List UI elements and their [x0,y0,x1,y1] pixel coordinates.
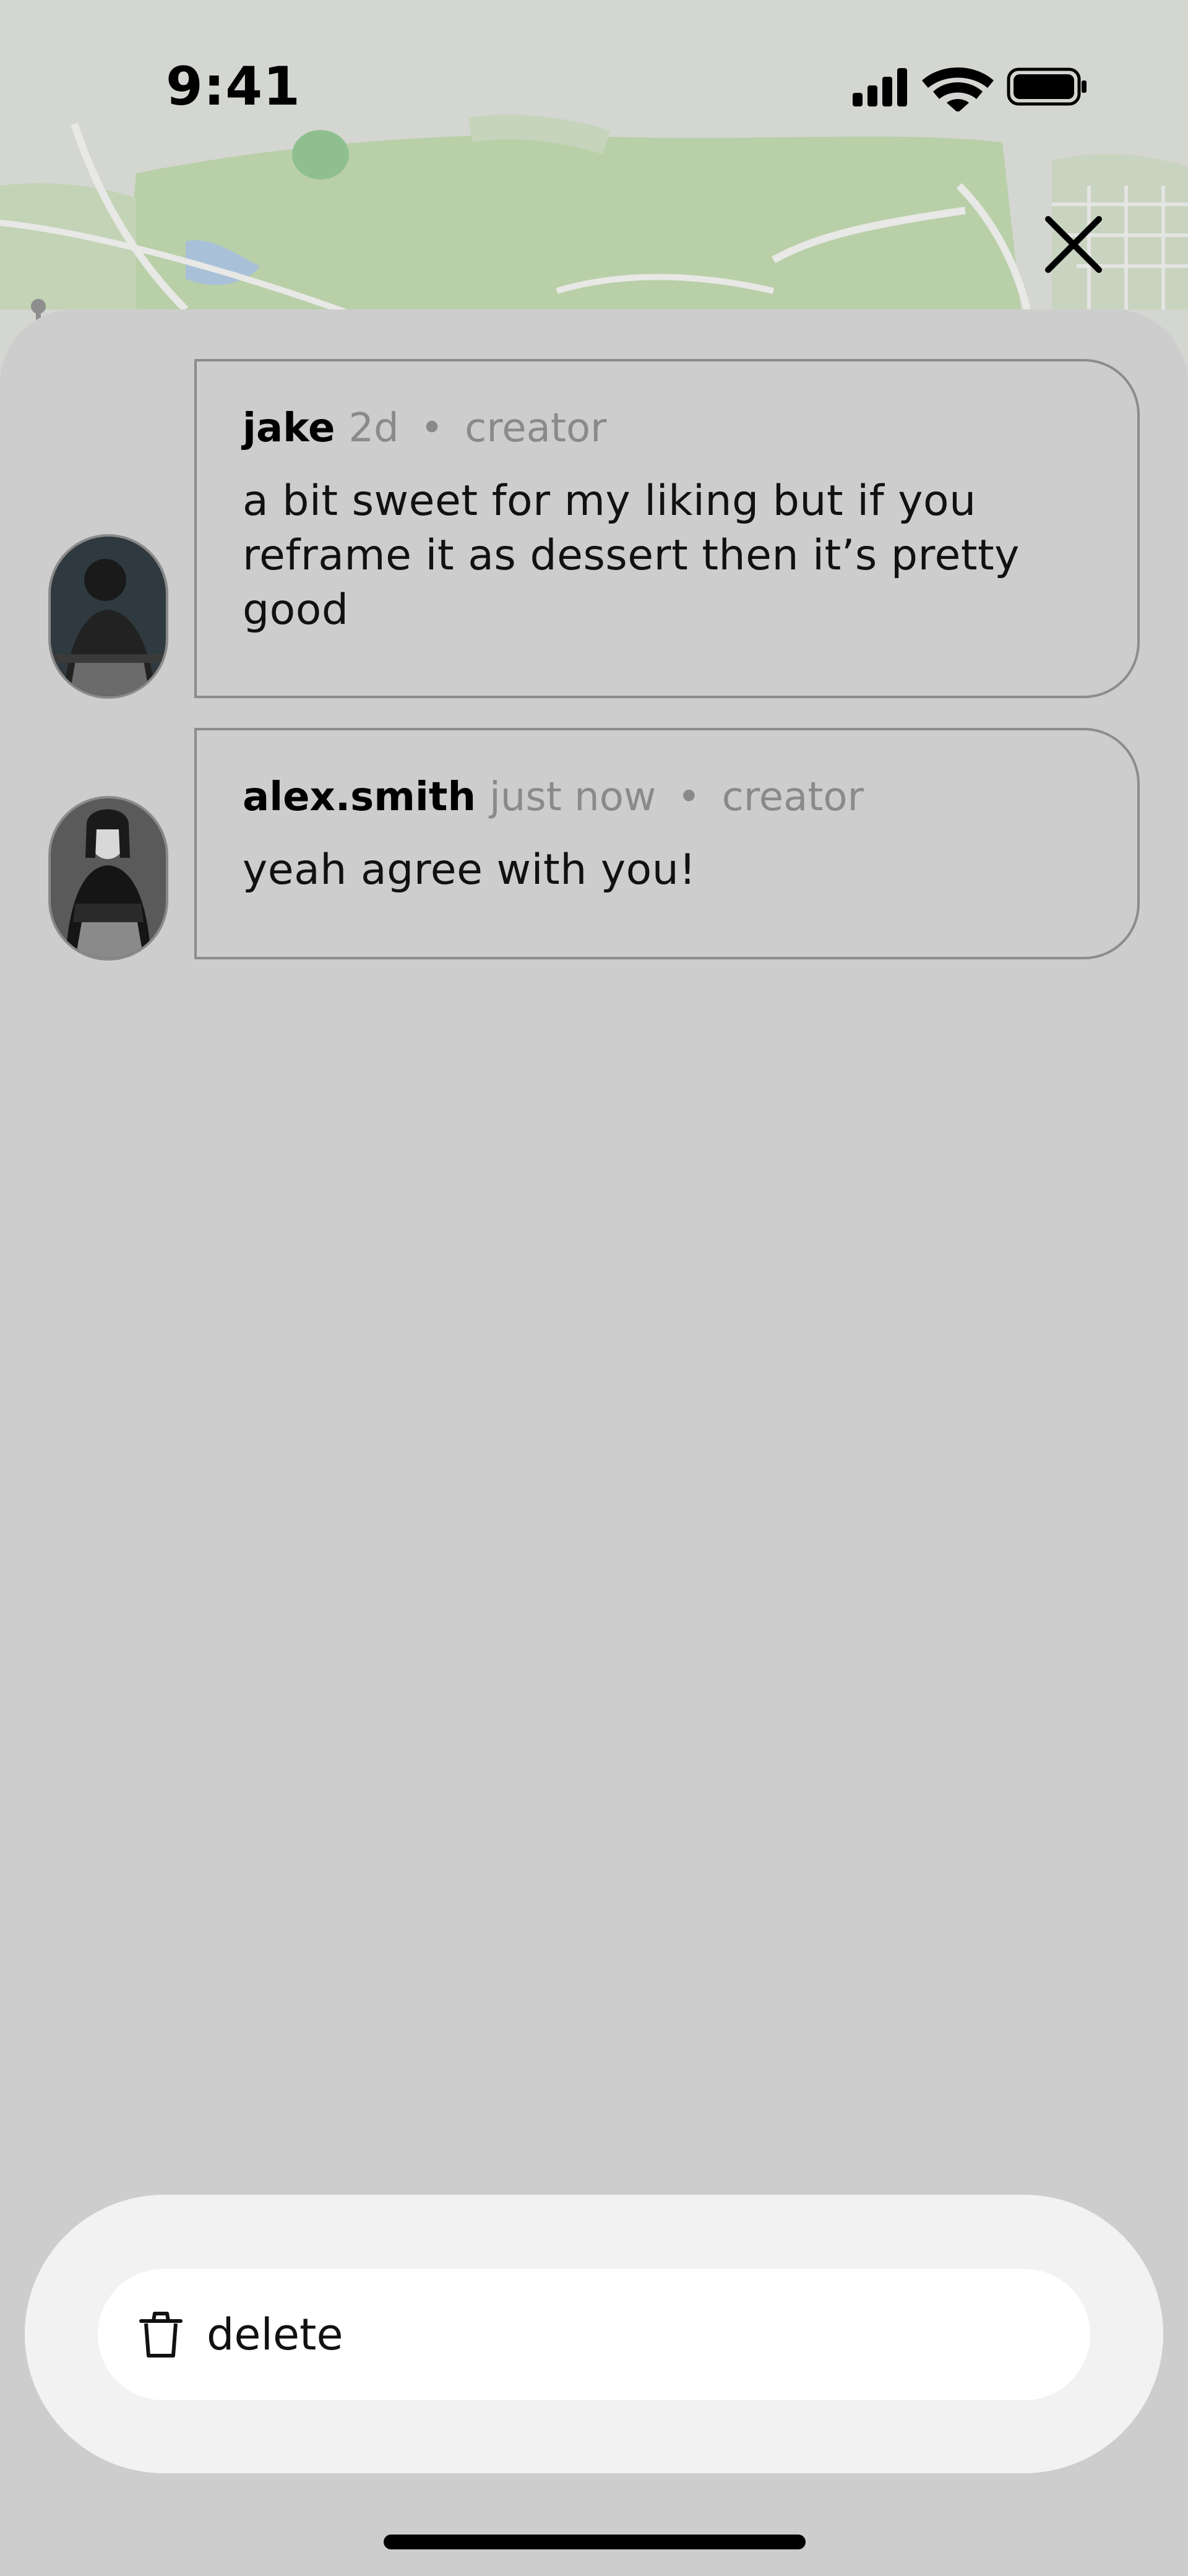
avatar-image-jake [51,537,166,696]
status-icons [842,64,1089,113]
comment-bubble: alex.smith just now • creator yeah agree … [194,728,1140,959]
status-bar: 9:41 [0,0,1188,130]
close-icon [1045,216,1102,273]
trash-icon [139,2312,183,2358]
comment-username[interactable]: alex.smith [243,774,476,820]
avatar-image-alex [51,798,166,958]
status-time: 9:41 [166,56,301,118]
battery-icon [1007,67,1087,106]
home-indicator[interactable] [384,2535,806,2549]
delete-button[interactable]: delete [98,2269,1090,2400]
comment-role: creator [721,774,864,820]
comment-item: jake 2d • creator a bit sweet for my liki… [0,359,1188,699]
meta-separator: • [420,405,444,451]
delete-label: delete [207,2309,343,2360]
comment-role: creator [465,405,607,451]
status-icons-svg [853,67,1087,113]
comment-bubble: jake 2d • creator a bit sweet for my liki… [194,359,1140,698]
comment-timestamp: 2d [348,405,399,451]
signal-icon [853,68,907,106]
comment-text: yeah agree with you! [243,845,697,894]
comment-text: a bit sweet for my liking but if you ref… [243,477,1020,634]
comment-meta: jake 2d • creator [243,405,1091,452]
close-button[interactable] [1040,210,1108,279]
comment-meta: alex.smith just now • creator [243,774,1091,821]
comment-item: alex.smith just now • creator yeah agree … [0,728,1188,961]
avatar[interactable] [48,796,168,961]
comment-timestamp: just now [489,774,656,820]
wifi-icon [922,67,994,113]
comment-username[interactable]: jake [243,405,335,451]
action-sheet: delete [25,2195,1163,2473]
avatar[interactable] [48,534,168,699]
meta-separator: • [677,774,701,820]
